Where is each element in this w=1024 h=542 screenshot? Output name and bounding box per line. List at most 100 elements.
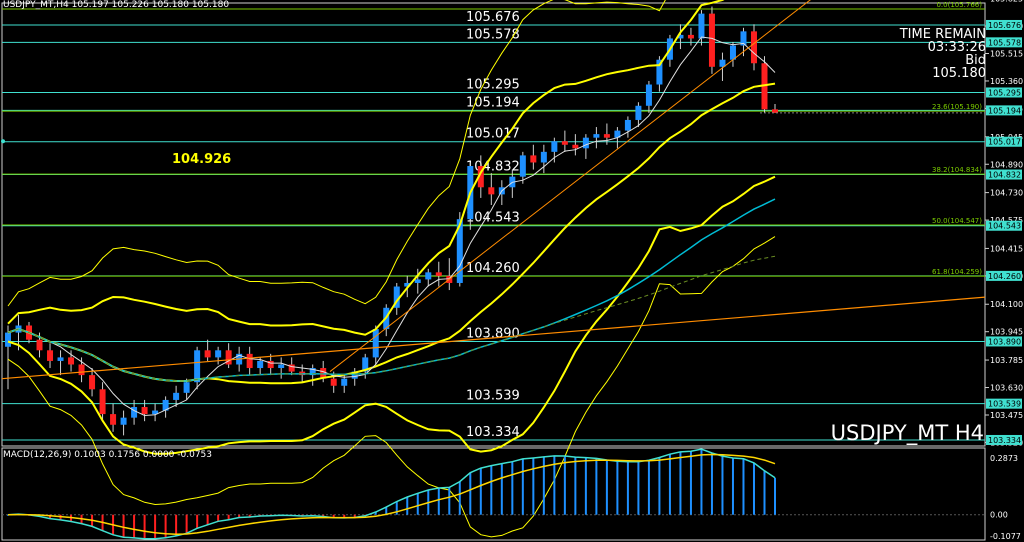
candle-body (750, 31, 757, 64)
y-tick-label: 105.825 (990, 0, 1023, 4)
macd-histogram-bar (206, 514, 209, 525)
candle-body (110, 414, 117, 425)
fib-label: 0.0(105.766) (936, 1, 982, 9)
candle-body (57, 357, 64, 361)
macd-histogram-bar (532, 457, 535, 515)
candle-body (47, 350, 54, 361)
macd-tick-label: -0.1077 (990, 532, 1021, 541)
candle-body (341, 378, 348, 386)
macd-histogram-bar (521, 458, 524, 515)
macd-histogram-bar (490, 465, 493, 515)
candle-body (194, 350, 201, 383)
macd-histogram-bar (217, 514, 220, 522)
candle-body (488, 187, 495, 195)
macd-histogram-bar (448, 487, 451, 515)
candle-body (772, 109, 778, 113)
candle-body (278, 364, 285, 369)
y-tick-label: 103.475 (990, 411, 1023, 420)
macd-histogram-bar (752, 462, 755, 515)
candle-body (36, 339, 43, 351)
left-dot (1, 139, 5, 144)
candle-body (89, 375, 96, 390)
y-tick-label: 105.360 (990, 77, 1023, 86)
candle-body (687, 34, 694, 39)
candle-body (257, 360, 264, 369)
macd-histogram-bar (458, 481, 461, 515)
candle-body (582, 137, 589, 149)
candle-body (68, 357, 75, 365)
macd-histogram-bar (185, 514, 188, 534)
macd-histogram-bar (437, 488, 440, 515)
y-tick-label: 104.415 (990, 244, 1023, 253)
level-price-tag-text: 104.543 (988, 222, 1021, 231)
macd-histogram-bar (637, 461, 640, 515)
macd-frame (1, 447, 986, 541)
candle-body (131, 407, 138, 418)
candle-body (120, 417, 127, 425)
level-price-tag-text: 105.676 (988, 21, 1021, 30)
level-price-tag-text: 105.194 (988, 106, 1021, 115)
candle-body (561, 141, 568, 145)
fib-label: 38.2(104.834) (932, 166, 982, 174)
macd-histogram-bar (416, 493, 419, 515)
candle-body (141, 407, 148, 415)
candle-body (215, 350, 222, 358)
macd-histogram-bar (763, 470, 766, 515)
bollinger-mid (7, 82, 776, 385)
macd-histogram-bar (616, 461, 619, 515)
macd-histogram-bar (584, 457, 587, 515)
candle-body (372, 329, 379, 358)
candle-body (330, 378, 337, 386)
macd-histogram-bar (721, 456, 724, 515)
candle-body (414, 279, 421, 283)
candle-body (540, 151, 547, 163)
fib-label: 61.8(104.259) (932, 268, 982, 276)
macd-histogram-bar (469, 472, 472, 515)
candle-body (635, 105, 642, 120)
left-marker: 104.926 (172, 152, 231, 167)
candle-body (246, 353, 253, 369)
macd-histogram-bar (511, 461, 514, 515)
macd-histogram-bar (479, 468, 482, 515)
level-label: 105.194 (466, 95, 520, 110)
candle-body (173, 392, 180, 400)
candle-body (425, 272, 432, 280)
y-tick-label: 103.785 (990, 356, 1023, 365)
candle-body (572, 144, 579, 149)
macd-histogram-bar (658, 457, 661, 515)
price-chart[interactable]: 105.825105.670105.515105.360105.205105.0… (0, 0, 1024, 542)
fib-label: 23.6(105.190) (932, 103, 982, 111)
candle-body (551, 141, 558, 152)
macd-tick-label: 0.00 (990, 511, 1008, 520)
macd-histogram-bar (595, 458, 598, 515)
trend-line (1, 296, 986, 380)
candle-body (519, 155, 526, 177)
macd-histogram-bar (500, 463, 503, 515)
y-tick-label: 104.890 (990, 160, 1023, 169)
macd-histogram-bar (196, 514, 199, 529)
level-price-tag-text: 104.832 (988, 171, 1021, 180)
level-label: 103.539 (466, 389, 520, 404)
bollinger-upper-3 (7, 0, 666, 307)
y-tick-label: 104.100 (990, 300, 1023, 309)
macd-histogram-bar (406, 496, 409, 515)
bollinger-upper (7, 0, 725, 336)
level-label: 104.832 (466, 160, 520, 175)
level-label: 105.676 (466, 10, 520, 25)
symbol-watermark: USDJPY_MT H4 (830, 421, 984, 445)
candle-body (183, 382, 190, 393)
level-price-tag-text: 104.260 (988, 272, 1021, 281)
level-price-tag-text: 103.890 (988, 337, 1021, 346)
macd-histogram-bar (710, 453, 713, 515)
macd-histogram-bar (731, 457, 734, 515)
y-tick-label: 103.630 (990, 384, 1023, 393)
trend-line-steep (329, 0, 811, 372)
macd-histogram-bar (122, 514, 125, 538)
macd-header: MACD(12,26,9) 0.1003 0.1756 0.0000 -0.07… (3, 450, 213, 460)
macd-histogram-bar (774, 477, 776, 515)
level-label: 105.295 (466, 77, 520, 92)
level-price-tag-text: 103.539 (988, 400, 1021, 409)
level-price-tag-text: 105.017 (988, 138, 1021, 147)
macd-histogram-bar (668, 454, 671, 515)
candle-body (593, 134, 600, 138)
